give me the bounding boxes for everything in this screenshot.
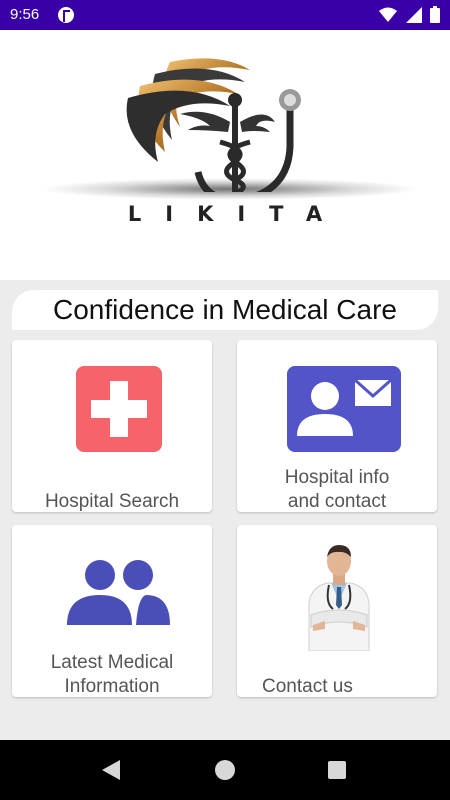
hospital-cross-icon: [76, 366, 162, 452]
home-icon[interactable]: [215, 760, 235, 780]
hospital-search-label: Hospital Search: [12, 490, 212, 514]
wifi-icon: [379, 7, 398, 22]
status-icons: [375, 6, 440, 24]
back-icon[interactable]: [102, 760, 120, 780]
battery-icon: [430, 6, 440, 24]
hospital-info-label: Hospital info and contact: [237, 466, 437, 514]
cell-signal-icon: [405, 6, 422, 23]
status-bar: 9:56: [0, 0, 450, 30]
people-group-icon: [67, 560, 170, 625]
logo-wordmark: LIKITA: [127, 202, 347, 226]
doctor-image: [308, 545, 370, 651]
label-line: Information: [64, 676, 160, 697]
label-line: and contact: [287, 491, 387, 512]
tagline-text: Confidence in Medical Care: [53, 294, 397, 325]
recents-icon[interactable]: [328, 761, 346, 779]
medical-info-tile[interactable]: Latest Medical Information: [12, 525, 212, 697]
label-line: Hospital Search: [44, 491, 180, 512]
contact-us-tile[interactable]: Contact us: [237, 525, 437, 697]
label-line: Hospital info: [284, 467, 390, 488]
app-notification-icon: [58, 7, 74, 23]
contact-card-icon: [287, 366, 401, 452]
hospital-info-tile[interactable]: Hospital info and contact: [237, 340, 437, 512]
contact-us-label: Contact us: [237, 675, 437, 699]
likita-logo-icon: [126, 58, 301, 192]
label-line: Latest Medical: [50, 652, 174, 673]
tagline-banner: Confidence in Medical Care: [12, 290, 438, 330]
label-line: Contact us: [262, 676, 353, 697]
logo-area: LIKITA: [0, 30, 450, 280]
status-time: 9:56: [10, 6, 40, 23]
hospital-search-tile[interactable]: Hospital Search: [12, 340, 212, 512]
navigation-bar: [0, 740, 450, 800]
medical-info-label: Latest Medical Information: [12, 651, 212, 699]
